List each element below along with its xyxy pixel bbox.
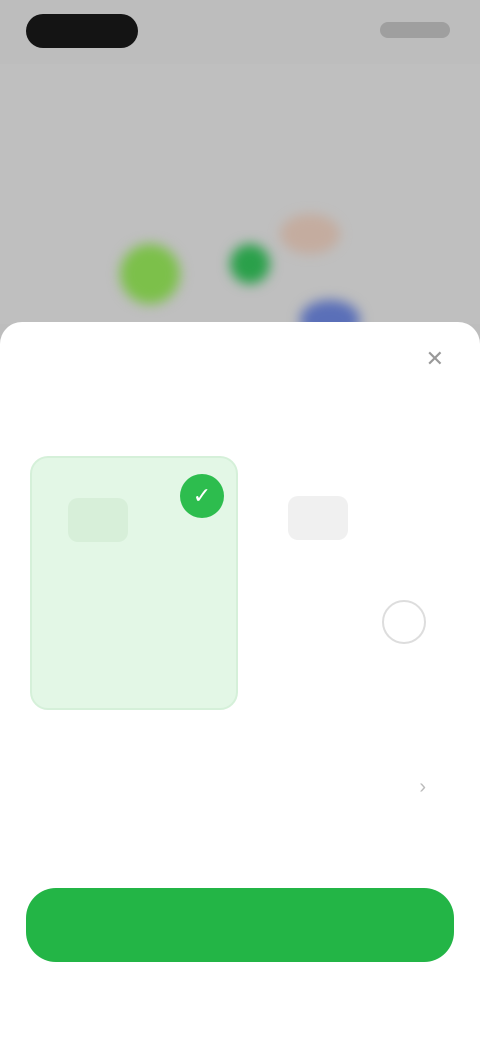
chevron-right-icon: › xyxy=(419,776,426,798)
card-illustration-icon xyxy=(68,498,128,542)
option-row[interactable]: › xyxy=(30,754,450,826)
option-card-selected[interactable]: ✓ xyxy=(30,456,238,710)
checkmark-icon: ✓ xyxy=(180,474,224,518)
backdrop xyxy=(0,64,480,374)
illustration-blob xyxy=(120,244,180,304)
primary-button[interactable] xyxy=(26,888,454,962)
status-indicators xyxy=(380,22,450,38)
option-card[interactable] xyxy=(252,456,456,706)
close-icon[interactable]: ✕ xyxy=(426,346,444,372)
tab-bar xyxy=(40,400,440,432)
radio-icon xyxy=(382,600,426,644)
dynamic-island xyxy=(26,14,138,48)
illustration-blob xyxy=(280,214,340,254)
tab-first[interactable] xyxy=(40,400,80,432)
card-illustration-icon xyxy=(288,496,348,540)
status-bar xyxy=(0,0,480,64)
illustration-blob xyxy=(230,244,270,284)
tab-second[interactable] xyxy=(400,400,440,432)
bottom-sheet: ✕ ✓ › xyxy=(0,322,480,1040)
